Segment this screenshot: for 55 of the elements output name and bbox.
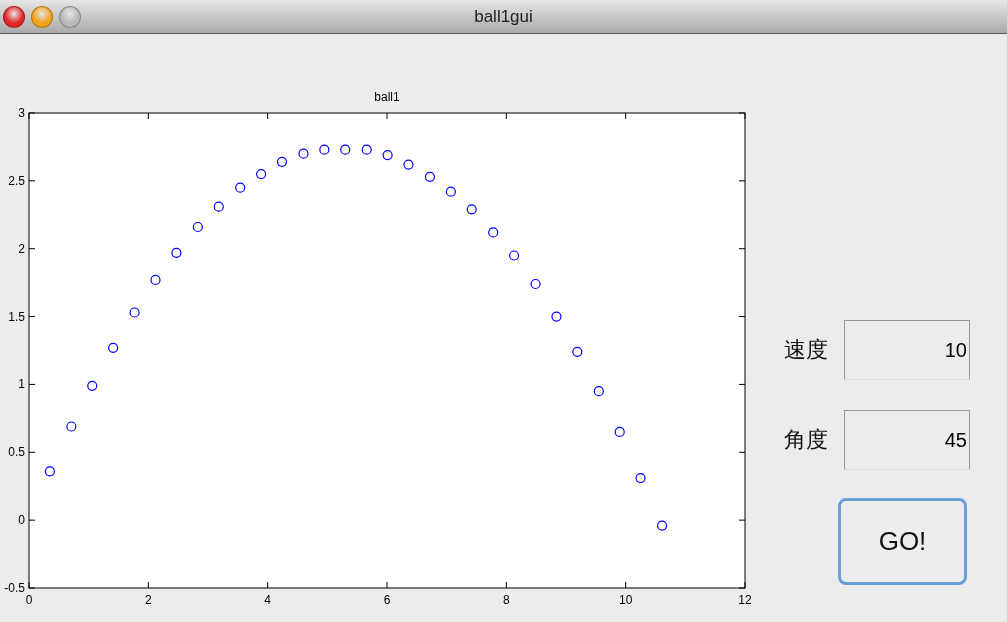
x-tick-label: 12: [738, 593, 752, 607]
y-tick-label: 3: [18, 106, 25, 120]
data-point: [572, 346, 583, 357]
data-point: [361, 144, 372, 155]
data-point: [256, 168, 267, 180]
data-point: [87, 380, 98, 391]
y-tick-label: 2: [18, 241, 25, 256]
y-tick-label: 0.5: [8, 445, 25, 460]
data-point: [509, 250, 520, 261]
y-tick-label: 2.5: [8, 173, 25, 188]
data-point: [276, 156, 288, 167]
chart-title: ball1: [374, 90, 400, 104]
close-button[interactable]: [3, 5, 25, 28]
input-field[interactable]: 10: [844, 320, 970, 380]
data-point: [593, 386, 604, 397]
data-point: [614, 426, 625, 438]
data-point: [424, 171, 436, 182]
data-point: [488, 227, 499, 238]
y-tick-label: 1.5: [8, 309, 25, 324]
input-field[interactable]: 45: [844, 410, 970, 470]
x-tick-label: 0: [25, 593, 33, 607]
x-tick-label: 10: [619, 593, 633, 607]
data-point: [44, 466, 55, 477]
data-point: [108, 342, 119, 353]
data-point: [192, 221, 203, 233]
zoom-button[interactable]: [59, 5, 81, 28]
data-point: [403, 159, 414, 170]
data-point: [382, 149, 393, 161]
data-point: [129, 307, 140, 318]
x-tick-label: 6: [383, 593, 391, 607]
data-point: [530, 278, 541, 290]
x-tick-label: 8: [503, 593, 510, 607]
y-tick-label: 1: [18, 377, 25, 392]
go-button[interactable]: GO!: [838, 498, 967, 585]
data-point: [298, 148, 309, 159]
data-point: [551, 311, 562, 322]
data-point: [213, 201, 224, 212]
y-tick-label: 0: [18, 513, 25, 528]
data-point: [150, 274, 161, 286]
window-title: ball1gui: [474, 6, 533, 27]
data-point: [445, 186, 456, 197]
data-point: [66, 421, 77, 432]
data-point: [171, 247, 182, 258]
field-label: 角度: [783, 426, 828, 454]
data-point: [466, 204, 477, 215]
data-point: [656, 520, 668, 531]
data-point: [635, 472, 646, 484]
x-tick-label: 4: [264, 593, 271, 607]
data-point: [235, 182, 246, 193]
minimize-button[interactable]: [31, 5, 53, 28]
y-tick-label: -0.5: [4, 581, 25, 595]
data-point: [319, 144, 330, 155]
x-tick-label: 2: [145, 593, 152, 607]
field-label: 速度: [783, 336, 828, 364]
data-point: [340, 144, 351, 155]
